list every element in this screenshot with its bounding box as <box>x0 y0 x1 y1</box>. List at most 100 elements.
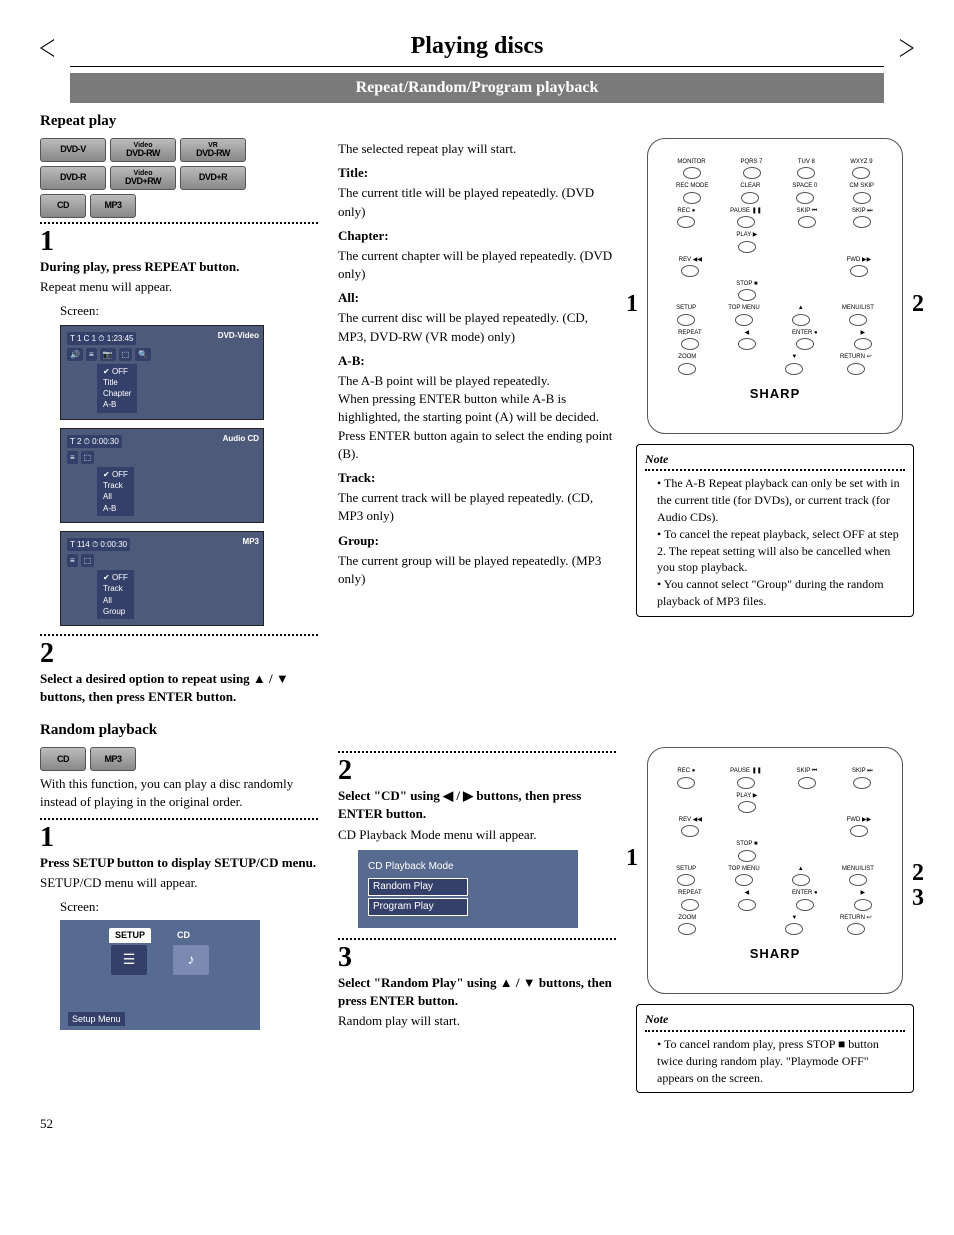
remote-button: ▼ <box>785 353 803 374</box>
dotted-separator <box>40 222 318 224</box>
random-col2: 2 Select "CD" using ◀ / ▶ buttons, then … <box>338 747 616 1101</box>
remote-button: REC ● <box>677 767 695 788</box>
osd1-off: OFF <box>99 366 135 377</box>
remote-button: WXYZ 9 <box>850 158 872 179</box>
remote-button: ▲ <box>792 304 810 325</box>
callout-1: 1 <box>626 288 638 322</box>
cd-tab: CD <box>171 928 211 943</box>
dotted-r2 <box>338 751 616 753</box>
random-note-box: Note To cancel random play, press STOP ■… <box>636 1004 914 1093</box>
osd1-tag: DVD-Video <box>218 330 259 341</box>
badge-dvdplusr: DVD+R <box>180 166 246 190</box>
repeat-col3: 1 2 MONITORPQRS 7TUV 8WXYZ 9REC MODECLEA… <box>636 138 914 706</box>
setup-caption: Setup Menu <box>68 1012 125 1027</box>
term-ab: A-B: <box>338 352 616 370</box>
remote-button: ▲ <box>792 865 810 886</box>
r-screen-label: Screen: <box>60 898 318 916</box>
note-item-1: The A-B Repeat playback can only be set … <box>657 475 905 525</box>
badge-mp3-2: MP3 <box>90 747 136 771</box>
random-badges: CD MP3 <box>40 747 318 771</box>
remote-button: MENU/LIST <box>842 865 874 886</box>
note-item-3: You cannot select "Group" during the ran… <box>657 576 905 610</box>
r-step3-label: Select "Random Play" using ▲ / ▼ buttons… <box>338 974 616 1010</box>
remote-button: RETURN ↩ <box>840 914 872 935</box>
osd3-menu: OFF Track All Group <box>97 570 134 619</box>
r-step1-text: SETUP/CD menu will appear. <box>40 874 318 892</box>
remote-button: REV ◀◀ <box>679 816 702 837</box>
osd2-ab: A-B <box>99 503 132 514</box>
remote-button: SKIP ⏭ <box>852 767 873 788</box>
osd3-top: T 114 ⏱ 0:00:30 <box>67 538 130 551</box>
osd-dvdvideo: DVD-Video T 1 C 1 ⏱ 1:23:45 🔊≡📷⬚🔍 OFF Ti… <box>60 325 264 420</box>
repeat-col2: The selected repeat play will start. Tit… <box>338 138 616 706</box>
osd2-all: All <box>99 491 132 502</box>
setup-icon: ☰ <box>111 945 147 975</box>
remote-button: PLAY ▶ <box>736 792 757 813</box>
remote-logo: SHARP <box>660 385 890 403</box>
remote-button: ENTER ● <box>792 889 818 910</box>
remote-button: ◀ <box>738 329 756 350</box>
step2-label: Select a desired option to repeat using … <box>40 670 318 706</box>
col2-intro: The selected repeat play will start. <box>338 140 616 158</box>
osd3-tag: MP3 <box>243 536 259 547</box>
osd2-off: OFF <box>99 469 132 480</box>
remote-button: PAUSE ❚❚ <box>730 767 762 788</box>
dotted-separator-2 <box>40 634 318 636</box>
note-title: Note <box>645 451 905 468</box>
remote-button: ZOOM <box>678 353 696 374</box>
remote-button: SETUP <box>676 865 696 886</box>
remote-illustration-2: REC ●PAUSE ❚❚SKIP ⏮SKIP ⏭PLAY ▶REV ◀◀FWD… <box>647 747 903 994</box>
r-step2-label: Select "CD" using ◀ / ▶ buttons, then pr… <box>338 787 616 823</box>
r-note-item-1: To cancel random play, press STOP ■ butt… <box>657 1036 905 1086</box>
remote-button: MONITOR <box>677 158 705 179</box>
r-step3-text: Random play will start. <box>338 1012 616 1030</box>
r-step2-text: CD Playback Mode menu will appear. <box>338 826 616 844</box>
repeat-col1: DVD-V VideoDVD-RW VRDVD-RW DVD-R VideoDV… <box>40 138 318 706</box>
cd-icon: ♪ <box>173 945 209 975</box>
disc-badges-3: CD MP3 <box>40 194 318 218</box>
r-step2-num: 2 <box>338 757 616 785</box>
random-intro: With this function, you can play a disc … <box>40 775 318 811</box>
remote-button: SKIP ⏮ <box>797 767 818 788</box>
remote-button: STOP ■ <box>736 280 757 301</box>
osd-audiocd: Audio CD T 2 ⏱ 0:00:30 ≡⬚ OFF Track All … <box>60 428 264 523</box>
step2-number: 2 <box>40 640 318 668</box>
badge-dvdrw-vr: VRDVD-RW <box>180 138 246 162</box>
osd3-off: OFF <box>99 572 132 583</box>
remote-button: REV ◀◀ <box>679 256 702 277</box>
remote-button: CM SKIP <box>849 182 874 203</box>
term-title-text: The current title will be played repeate… <box>338 184 616 220</box>
remote-button: ▼ <box>785 914 803 935</box>
chevron-left-icon <box>40 39 70 57</box>
remote-illustration: MONITORPQRS 7TUV 8WXYZ 9REC MODECLEARSPA… <box>647 138 903 434</box>
disc-badges: DVD-V VideoDVD-RW VRDVD-RW <box>40 138 318 162</box>
repeat-heading: Repeat play <box>40 111 914 132</box>
osd1-menu: OFF Title Chapter A-B <box>97 364 137 413</box>
osd2-track: Track <box>99 480 132 491</box>
sub-banner: Repeat/Random/Program playback <box>70 73 884 103</box>
term-track: Track: <box>338 469 616 487</box>
remote-button: SETUP <box>676 304 696 325</box>
remote-button: PLAY ▶ <box>736 231 757 252</box>
remote-button: ▶ <box>854 329 872 350</box>
osd2-top: T 2 ⏱ 0:00:30 <box>67 435 122 448</box>
term-group-text: The current group will be played repeate… <box>338 552 616 588</box>
r-note-title: Note <box>645 1011 905 1028</box>
r-callout-1: 1 <box>626 842 638 876</box>
cd-playback-menu: CD Playback Mode Random Play Program Pla… <box>358 850 578 928</box>
r-step3-num: 3 <box>338 944 616 972</box>
remote-button: REPEAT <box>678 889 702 910</box>
remote-button: ENTER ● <box>792 329 818 350</box>
remote-button: TUV 8 <box>797 158 815 179</box>
osd3-all: All <box>99 595 132 606</box>
osd-mp3: MP3 T 114 ⏱ 0:00:30 ≡⬚ OFF Track All Gro… <box>60 531 264 626</box>
remote-button: SPACE 0 <box>792 182 817 203</box>
badge-dvdplusrw: VideoDVD+RW <box>110 166 176 190</box>
cdmenu-program: Program Play <box>368 898 468 916</box>
screen-label: Screen: <box>60 302 318 320</box>
page-title-banner: Playing discs <box>40 30 914 67</box>
chevron-right-icon <box>884 39 914 57</box>
r-callout-3: 3 <box>912 882 924 916</box>
remote-button: PQRS 7 <box>741 158 763 179</box>
remote-logo-2: SHARP <box>660 945 890 963</box>
